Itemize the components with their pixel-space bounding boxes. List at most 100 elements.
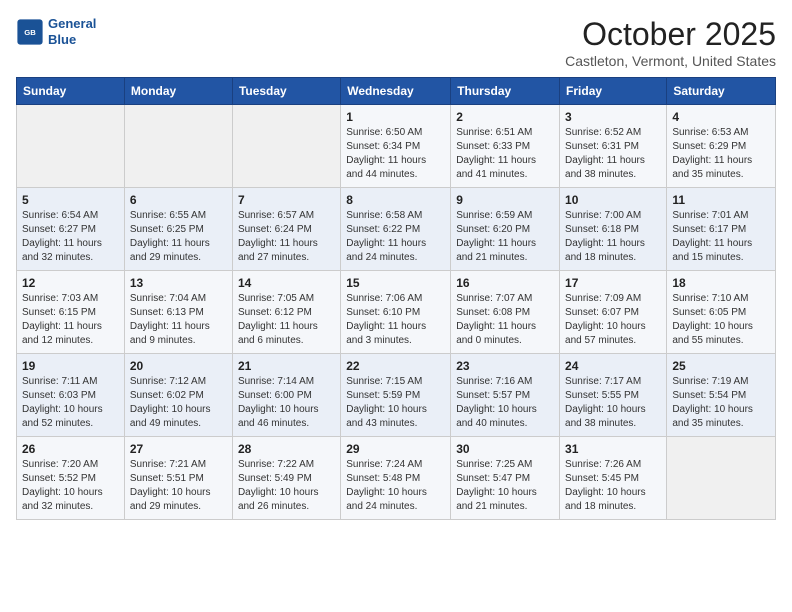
day-number: 7 [238,193,335,207]
day-info: Sunrise: 7:25 AM Sunset: 5:47 PM Dayligh… [456,458,554,514]
title-block: October 2025 Castleton, Vermont, United … [565,16,776,69]
day-info: Sunrise: 7:15 AM Sunset: 5:59 PM Dayligh… [346,375,445,431]
day-number: 30 [456,442,554,456]
calendar-cell: 12 Sunrise: 7:03 AM Sunset: 6:15 PM Dayli… [17,271,125,354]
day-number: 29 [346,442,445,456]
weekday-header-monday: Monday [124,78,232,105]
day-number: 11 [672,193,770,207]
day-info: Sunrise: 7:03 AM Sunset: 6:15 PM Dayligh… [22,292,119,348]
day-info: Sunrise: 6:51 AM Sunset: 6:33 PM Dayligh… [456,126,554,182]
day-info: Sunrise: 7:07 AM Sunset: 6:08 PM Dayligh… [456,292,554,348]
day-number: 5 [22,193,119,207]
calendar-cell [232,105,340,188]
day-number: 9 [456,193,554,207]
calendar-cell: 14 Sunrise: 7:05 AM Sunset: 6:12 PM Dayli… [232,271,340,354]
day-number: 21 [238,359,335,373]
day-info: Sunrise: 7:24 AM Sunset: 5:48 PM Dayligh… [346,458,445,514]
weekday-header-tuesday: Tuesday [232,78,340,105]
day-number: 14 [238,276,335,290]
day-number: 15 [346,276,445,290]
day-info: Sunrise: 7:19 AM Sunset: 5:54 PM Dayligh… [672,375,770,431]
day-info: Sunrise: 6:50 AM Sunset: 6:34 PM Dayligh… [346,126,445,182]
calendar-cell: 10 Sunrise: 7:00 AM Sunset: 6:18 PM Dayli… [560,188,667,271]
calendar-cell [17,105,125,188]
logo-line1: General [48,16,96,31]
week-row-4: 19 Sunrise: 7:11 AM Sunset: 6:03 PM Dayli… [17,354,776,437]
calendar-cell: 20 Sunrise: 7:12 AM Sunset: 6:02 PM Dayli… [124,354,232,437]
day-info: Sunrise: 6:52 AM Sunset: 6:31 PM Dayligh… [565,126,661,182]
calendar-cell [667,437,776,520]
calendar-cell: 27 Sunrise: 7:21 AM Sunset: 5:51 PM Dayli… [124,437,232,520]
calendar-cell: 29 Sunrise: 7:24 AM Sunset: 5:48 PM Dayli… [341,437,451,520]
day-number: 1 [346,110,445,124]
calendar-cell: 19 Sunrise: 7:11 AM Sunset: 6:03 PM Dayli… [17,354,125,437]
day-number: 8 [346,193,445,207]
week-row-3: 12 Sunrise: 7:03 AM Sunset: 6:15 PM Dayli… [17,271,776,354]
day-info: Sunrise: 7:22 AM Sunset: 5:49 PM Dayligh… [238,458,335,514]
week-row-5: 26Sunrise: 7:20 AM Sunset: 5:52 PM Dayli… [17,437,776,520]
day-number: 31 [565,442,661,456]
day-info: Sunrise: 7:10 AM Sunset: 6:05 PM Dayligh… [672,292,770,348]
day-number: 10 [565,193,661,207]
calendar-cell: 26Sunrise: 7:20 AM Sunset: 5:52 PM Dayli… [17,437,125,520]
page-header: GB General Blue October 2025 Castleton, … [16,16,776,69]
calendar-cell: 28 Sunrise: 7:22 AM Sunset: 5:49 PM Dayli… [232,437,340,520]
calendar-cell: 1 Sunrise: 6:50 AM Sunset: 6:34 PM Daylig… [341,105,451,188]
weekday-header-wednesday: Wednesday [341,78,451,105]
day-info: Sunrise: 7:11 AM Sunset: 6:03 PM Dayligh… [22,375,119,431]
day-info: Sunrise: 7:01 AM Sunset: 6:17 PM Dayligh… [672,209,770,265]
day-number: 27 [130,442,227,456]
calendar-cell: 13Sunrise: 7:04 AM Sunset: 6:13 PM Dayli… [124,271,232,354]
day-info: Sunrise: 7:09 AM Sunset: 6:07 PM Dayligh… [565,292,661,348]
day-info: Sunrise: 6:59 AM Sunset: 6:20 PM Dayligh… [456,209,554,265]
calendar-cell: 25 Sunrise: 7:19 AM Sunset: 5:54 PM Dayli… [667,354,776,437]
calendar-cell: 3Sunrise: 6:52 AM Sunset: 6:31 PM Daylig… [560,105,667,188]
calendar-table: SundayMondayTuesdayWednesdayThursdayFrid… [16,77,776,520]
day-info: Sunrise: 6:55 AM Sunset: 6:25 PM Dayligh… [130,209,227,265]
day-info: Sunrise: 7:00 AM Sunset: 6:18 PM Dayligh… [565,209,661,265]
day-number: 24 [565,359,661,373]
day-info: Sunrise: 7:16 AM Sunset: 5:57 PM Dayligh… [456,375,554,431]
day-number: 2 [456,110,554,124]
day-number: 20 [130,359,227,373]
day-number: 25 [672,359,770,373]
calendar-cell [124,105,232,188]
day-info: Sunrise: 6:58 AM Sunset: 6:22 PM Dayligh… [346,209,445,265]
day-number: 19 [22,359,119,373]
calendar-cell: 30 Sunrise: 7:25 AM Sunset: 5:47 PM Dayli… [451,437,560,520]
calendar-cell: 16 Sunrise: 7:07 AM Sunset: 6:08 PM Dayli… [451,271,560,354]
calendar-cell: 11 Sunrise: 7:01 AM Sunset: 6:17 PM Dayli… [667,188,776,271]
location-title: Castleton, Vermont, United States [565,53,776,69]
calendar-cell: 18Sunrise: 7:10 AM Sunset: 6:05 PM Dayli… [667,271,776,354]
day-number: 6 [130,193,227,207]
day-info: Sunrise: 7:20 AM Sunset: 5:52 PM Dayligh… [22,458,119,514]
day-info: Sunrise: 7:04 AM Sunset: 6:13 PM Dayligh… [130,292,227,348]
day-info: Sunrise: 6:54 AM Sunset: 6:27 PM Dayligh… [22,209,119,265]
logo-text: General Blue [48,16,96,47]
calendar-cell: 2 Sunrise: 6:51 AM Sunset: 6:33 PM Daylig… [451,105,560,188]
calendar-cell: 17Sunrise: 7:09 AM Sunset: 6:07 PM Dayli… [560,271,667,354]
calendar-cell: 4Sunrise: 6:53 AM Sunset: 6:29 PM Daylig… [667,105,776,188]
svg-text:GB: GB [24,27,36,36]
day-info: Sunrise: 7:05 AM Sunset: 6:12 PM Dayligh… [238,292,335,348]
day-number: 12 [22,276,119,290]
weekday-header-row: SundayMondayTuesdayWednesdayThursdayFrid… [17,78,776,105]
calendar-cell: 5 Sunrise: 6:54 AM Sunset: 6:27 PM Daylig… [17,188,125,271]
weekday-header-sunday: Sunday [17,78,125,105]
calendar-cell: 9 Sunrise: 6:59 AM Sunset: 6:20 PM Daylig… [451,188,560,271]
weekday-header-friday: Friday [560,78,667,105]
day-info: Sunrise: 7:12 AM Sunset: 6:02 PM Dayligh… [130,375,227,431]
day-info: Sunrise: 7:21 AM Sunset: 5:51 PM Dayligh… [130,458,227,514]
logo: GB General Blue [16,16,96,47]
calendar-cell: 22Sunrise: 7:15 AM Sunset: 5:59 PM Dayli… [341,354,451,437]
day-number: 28 [238,442,335,456]
calendar-cell: 8 Sunrise: 6:58 AM Sunset: 6:22 PM Daylig… [341,188,451,271]
day-info: Sunrise: 7:14 AM Sunset: 6:00 PM Dayligh… [238,375,335,431]
logo-line2: Blue [48,32,76,47]
day-info: Sunrise: 6:57 AM Sunset: 6:24 PM Dayligh… [238,209,335,265]
calendar-cell: 6 Sunrise: 6:55 AM Sunset: 6:25 PM Daylig… [124,188,232,271]
day-number: 16 [456,276,554,290]
calendar-cell: 15Sunrise: 7:06 AM Sunset: 6:10 PM Dayli… [341,271,451,354]
calendar-cell: 31Sunrise: 7:26 AM Sunset: 5:45 PM Dayli… [560,437,667,520]
calendar-cell: 23Sunrise: 7:16 AM Sunset: 5:57 PM Dayli… [451,354,560,437]
